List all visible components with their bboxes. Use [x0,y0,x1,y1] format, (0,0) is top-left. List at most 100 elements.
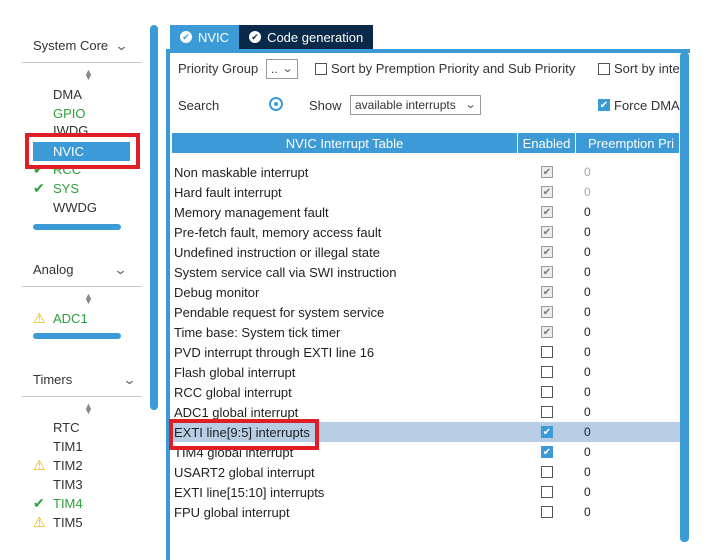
peripheral-item-tim5[interactable]: ⚠ TIM5 [33,513,83,532]
table-row[interactable]: Hard fault interrupt ✔ 0 [172,182,680,202]
horizontal-scrollbar[interactable] [33,224,121,230]
sort-icon[interactable]: ▲ ▼ [84,68,93,82]
peripheral-item-tim3[interactable]: TIM3 [33,475,83,494]
peripheral-item-rtc[interactable]: RTC [33,418,79,437]
enabled-cell [518,366,576,378]
enabled-cell [518,346,576,358]
peripheral-label: TIM3 [53,477,83,492]
sort-by-label: Sort by inte [614,61,680,76]
table-row[interactable]: ADC1 global interrupt 0 [172,402,680,422]
column-header-name[interactable]: NVIC Interrupt Table [172,133,518,153]
enabled-checkbox[interactable]: ✔ [541,446,553,458]
check-icon: ✔ [33,495,45,511]
sort-icon[interactable]: ▲ ▼ [84,292,93,306]
preemption-priority[interactable]: 0 [576,385,680,399]
enabled-checkbox[interactable]: ✔ [541,426,553,438]
table-row[interactable]: USART2 global interrupt 0 [172,462,680,482]
peripheral-item-tim2[interactable]: ⚠ TIM2 [33,456,83,475]
table-row[interactable]: FPU global interrupt 0 [172,502,680,522]
table-row[interactable]: TIM4 global interrupt ✔ 0 [172,442,680,462]
sort-by-checkbox[interactable] [598,63,610,75]
preemption-priority[interactable]: 0 [576,345,680,359]
table-row[interactable]: Flash global interrupt 0 [172,362,680,382]
force-dma-checkbox[interactable]: ✔ [598,99,610,111]
preemption-priority[interactable]: 0 [576,305,680,319]
priority-group-select[interactable]: .. ⌄ [266,59,298,79]
table-row[interactable]: System service call via SWI instruction ✔… [172,262,680,282]
category-system-core[interactable]: System Core ⌄ [22,29,142,63]
preemption-priority[interactable]: 0 [576,225,680,239]
column-header-enabled[interactable]: Enabled [518,133,576,153]
chevron-down-icon[interactable]: ⌄ [123,373,137,386]
preemption-priority[interactable]: 0 [576,445,680,459]
column-header-preemption[interactable]: Preemption Pri [576,133,680,153]
warning-icon: ⚠ [33,310,46,326]
table-row[interactable]: Undefined instruction or illegal state ✔ 0 [172,242,680,262]
table-row[interactable]: Time base: System tick timer ✔ 0 [172,322,680,342]
enabled-cell [518,486,576,498]
preemption-priority[interactable]: 0 [576,285,680,299]
preemption-priority[interactable]: 0 [576,465,680,479]
show-filter-select[interactable]: available interrupts ⌄ [350,95,481,115]
enabled-checkbox: ✔ [541,326,553,338]
table-row[interactable]: Pendable request for system service ✔ 0 [172,302,680,322]
preemption-priority[interactable]: 0 [576,265,680,279]
horizontal-scrollbar[interactable] [33,333,121,339]
enabled-checkbox[interactable] [541,506,553,518]
enabled-checkbox[interactable] [541,406,553,418]
peripheral-item-rcc[interactable]: ✔ RCC [33,162,81,176]
table-row[interactable]: Non maskable interrupt ✔ 0 [172,162,680,182]
table-row[interactable]: EXTI line[15:10] interrupts 0 [172,482,680,502]
sort-priority-checkbox[interactable] [315,63,327,75]
preemption-priority[interactable]: 0 [576,245,680,259]
category-analog[interactable]: Analog ⌄ [22,253,142,287]
peripheral-label: ADC1 [53,311,88,326]
refresh-icon[interactable] [269,97,283,111]
tab-nvic[interactable]: ✔ NVIC [170,25,240,49]
peripheral-item-gpio[interactable]: GPIO [33,104,86,123]
peripheral-item-sys[interactable]: ✔ SYS [33,179,79,198]
category-timers[interactable]: Timers ⌄ [22,363,142,397]
peripheral-item-dma[interactable]: DMA [33,85,82,104]
peripheral-label: TIM5 [53,515,83,530]
tab-code-generation[interactable]: ✔ Code generation [239,25,374,49]
table-row[interactable]: PVD interrupt through EXTI line 16 0 [172,342,680,362]
peripheral-item-iwdg[interactable]: IWDG [33,123,88,135]
preemption-priority[interactable]: 0 [576,505,680,519]
show-filter-value: available interrupts [355,98,456,112]
chevron-down-icon[interactable]: ⌄ [114,263,128,276]
check-icon: ✔ [33,180,45,196]
peripheral-item-tim1[interactable]: TIM1 [33,437,83,456]
peripheral-label: RTC [53,420,80,435]
enabled-cell [518,466,576,478]
preemption-priority[interactable]: 0 [576,365,680,379]
enabled-checkbox[interactable] [541,486,553,498]
enabled-checkbox[interactable] [541,386,553,398]
table-row[interactable]: Debug monitor ✔ 0 [172,282,680,302]
vertical-scrollbar[interactable] [680,52,689,542]
enabled-cell: ✔ [518,186,576,198]
enabled-checkbox[interactable] [541,366,553,378]
enabled-checkbox: ✔ [541,186,553,198]
peripheral-label: TIM1 [53,439,83,454]
vertical-scrollbar[interactable] [150,25,158,410]
peripheral-item-tim4[interactable]: ✔ TIM4 [33,494,83,513]
table-row[interactable]: EXTI line[9:5] interrupts ✔ 0 [172,422,680,442]
peripheral-item-adc1[interactable]: ⚠ ADC1 [33,309,88,328]
preemption-priority[interactable]: 0 [576,425,680,439]
table-row[interactable]: Pre-fetch fault, memory access fault ✔ 0 [172,222,680,242]
table-row[interactable]: Memory management fault ✔ 0 [172,202,680,222]
peripheral-item-nvic[interactable]: NVIC [33,142,130,161]
preemption-priority[interactable]: 0 [576,205,680,219]
table-row[interactable]: RCC global interrupt 0 [172,382,680,402]
interrupt-name: Memory management fault [174,204,329,220]
preemption-priority[interactable]: 0 [576,405,680,419]
enabled-checkbox[interactable] [541,346,553,358]
peripheral-item-wwdg[interactable]: WWDG [33,198,97,217]
preemption-priority[interactable]: 0 [576,485,680,499]
enabled-cell: ✔ [518,286,576,298]
preemption-priority[interactable]: 0 [576,325,680,339]
sort-icon[interactable]: ▲ ▼ [84,402,93,416]
chevron-down-icon[interactable]: ⌄ [115,39,129,52]
enabled-checkbox[interactable] [541,466,553,478]
